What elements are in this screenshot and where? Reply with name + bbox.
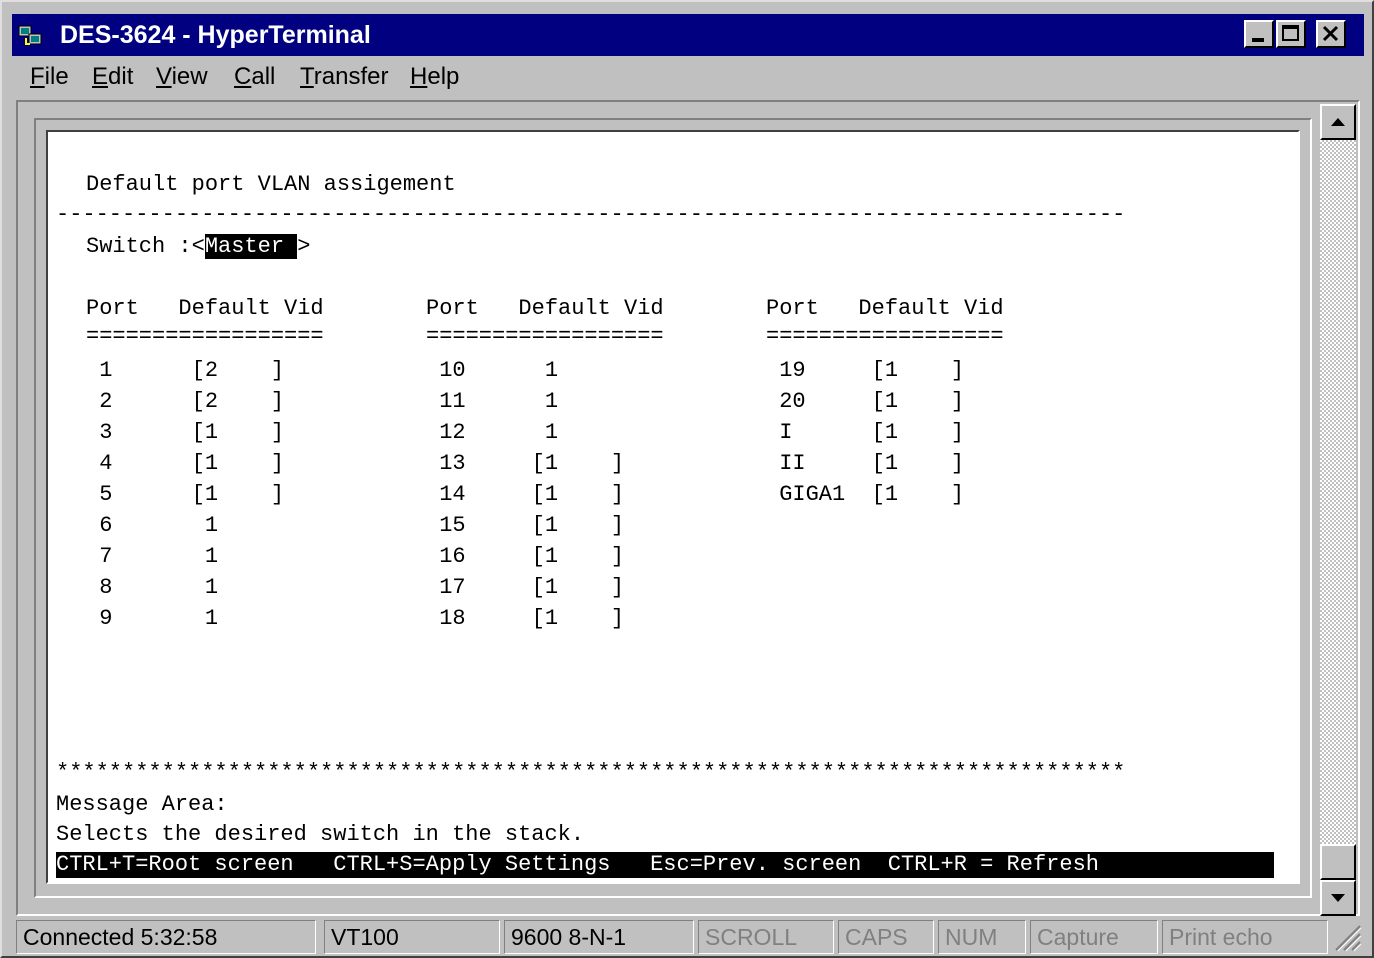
status-print-echo: Print echo xyxy=(1162,920,1328,954)
message-area-label: Message Area: xyxy=(56,792,228,817)
status-port-settings: 9600 8-N-1 xyxy=(504,920,694,954)
port-row[interactable]: 17 [1 ] xyxy=(426,575,624,601)
column-rule: ================== xyxy=(766,324,1004,349)
port-row: 11 1 xyxy=(426,389,559,414)
menu-transfer[interactable]: Transfer xyxy=(300,62,388,92)
scroll-up-button[interactable] xyxy=(1320,104,1356,140)
column-rule: ================== xyxy=(86,324,324,349)
menu-view[interactable]: View xyxy=(156,62,208,92)
scroll-up-icon xyxy=(1331,118,1345,126)
scroll-down-icon xyxy=(1331,894,1345,902)
port-row[interactable]: 15 [1 ] xyxy=(426,513,624,539)
switch-selector: Switch :<Master > xyxy=(86,234,310,260)
status-bar: Connected 5:32:58 VT100 9600 8-N-1 SCROL… xyxy=(14,918,1360,956)
port-row[interactable]: 2 [2 ] xyxy=(86,389,284,415)
window-title: DES-3624 - HyperTerminal xyxy=(60,21,371,49)
port-row: 7 1 xyxy=(86,544,219,569)
port-row[interactable]: 14 [1 ] xyxy=(426,482,624,508)
port-row[interactable]: 4 [1 ] xyxy=(86,451,284,477)
vertical-scrollbar[interactable] xyxy=(1320,104,1356,916)
port-row: 10 1 xyxy=(426,358,559,383)
dash-divider: ----------------------------------------… xyxy=(56,202,1126,227)
port-row[interactable]: 13 [1 ] xyxy=(426,451,624,477)
switch-label: Switch :< xyxy=(86,234,205,259)
hotkey-bar: CTRL+T=Root screen CTRL+S=Apply Settings… xyxy=(56,852,1274,878)
port-row[interactable]: 1 [2 ] xyxy=(86,358,284,384)
switch-close: > xyxy=(297,234,311,259)
title-bar[interactable]: DES-3624 - HyperTerminal xyxy=(12,14,1364,56)
port-row[interactable]: GIGA1 [1 ] xyxy=(766,482,964,508)
message-area-text: Selects the desired switch in the stack. xyxy=(56,822,585,847)
port-row[interactable]: 19 [1 ] xyxy=(766,358,964,384)
minimize-button[interactable] xyxy=(1244,20,1274,48)
port-row: 6 1 xyxy=(86,513,219,538)
menu-edit[interactable]: Edit xyxy=(92,62,133,92)
status-emulation: VT100 xyxy=(324,920,500,954)
port-row[interactable]: 5 [1 ] xyxy=(86,482,284,508)
resize-grip-icon[interactable] xyxy=(1330,918,1364,954)
status-capture: Capture xyxy=(1030,920,1158,954)
status-scroll: SCROLL xyxy=(698,920,834,954)
screen-heading: Default port VLAN assigement xyxy=(86,172,456,197)
star-divider: ****************************************… xyxy=(56,760,1126,785)
close-button[interactable] xyxy=(1316,20,1346,48)
menu-call[interactable]: Call xyxy=(234,62,275,92)
hyperterminal-app-icon[interactable] xyxy=(18,22,44,48)
port-row: 9 1 xyxy=(86,606,219,631)
menu-file[interactable]: File xyxy=(30,62,69,92)
port-row: 12 1 xyxy=(426,420,559,445)
status-num: NUM xyxy=(938,920,1026,954)
maximize-button[interactable] xyxy=(1276,20,1306,48)
terminal-screen[interactable]: Default port VLAN assigement -----------… xyxy=(46,130,1300,884)
column-header: Port Default Vid xyxy=(766,296,1004,321)
switch-value-field[interactable]: Master xyxy=(204,234,298,259)
port-row[interactable]: I [1 ] xyxy=(766,420,964,446)
column-header: Port Default Vid xyxy=(86,296,324,321)
port-row[interactable]: II [1 ] xyxy=(766,451,964,477)
close-icon xyxy=(1322,25,1339,42)
scroll-thumb[interactable] xyxy=(1320,844,1356,880)
port-row[interactable]: 20 [1 ] xyxy=(766,389,964,415)
column-rule: ================== xyxy=(426,324,664,349)
port-row[interactable]: 16 [1 ] xyxy=(426,544,624,570)
menu-help[interactable]: Help xyxy=(410,62,459,92)
maximize-icon xyxy=(1282,25,1299,41)
status-caps: CAPS xyxy=(838,920,934,954)
column-header: Port Default Vid xyxy=(426,296,664,321)
port-row[interactable]: 18 [1 ] xyxy=(426,606,624,632)
minimize-icon xyxy=(1252,38,1264,42)
status-connected: Connected 5:32:58 xyxy=(16,920,316,954)
port-row: 8 1 xyxy=(86,575,219,600)
scroll-down-button[interactable] xyxy=(1320,880,1356,916)
port-row[interactable]: 3 [1 ] xyxy=(86,420,284,446)
